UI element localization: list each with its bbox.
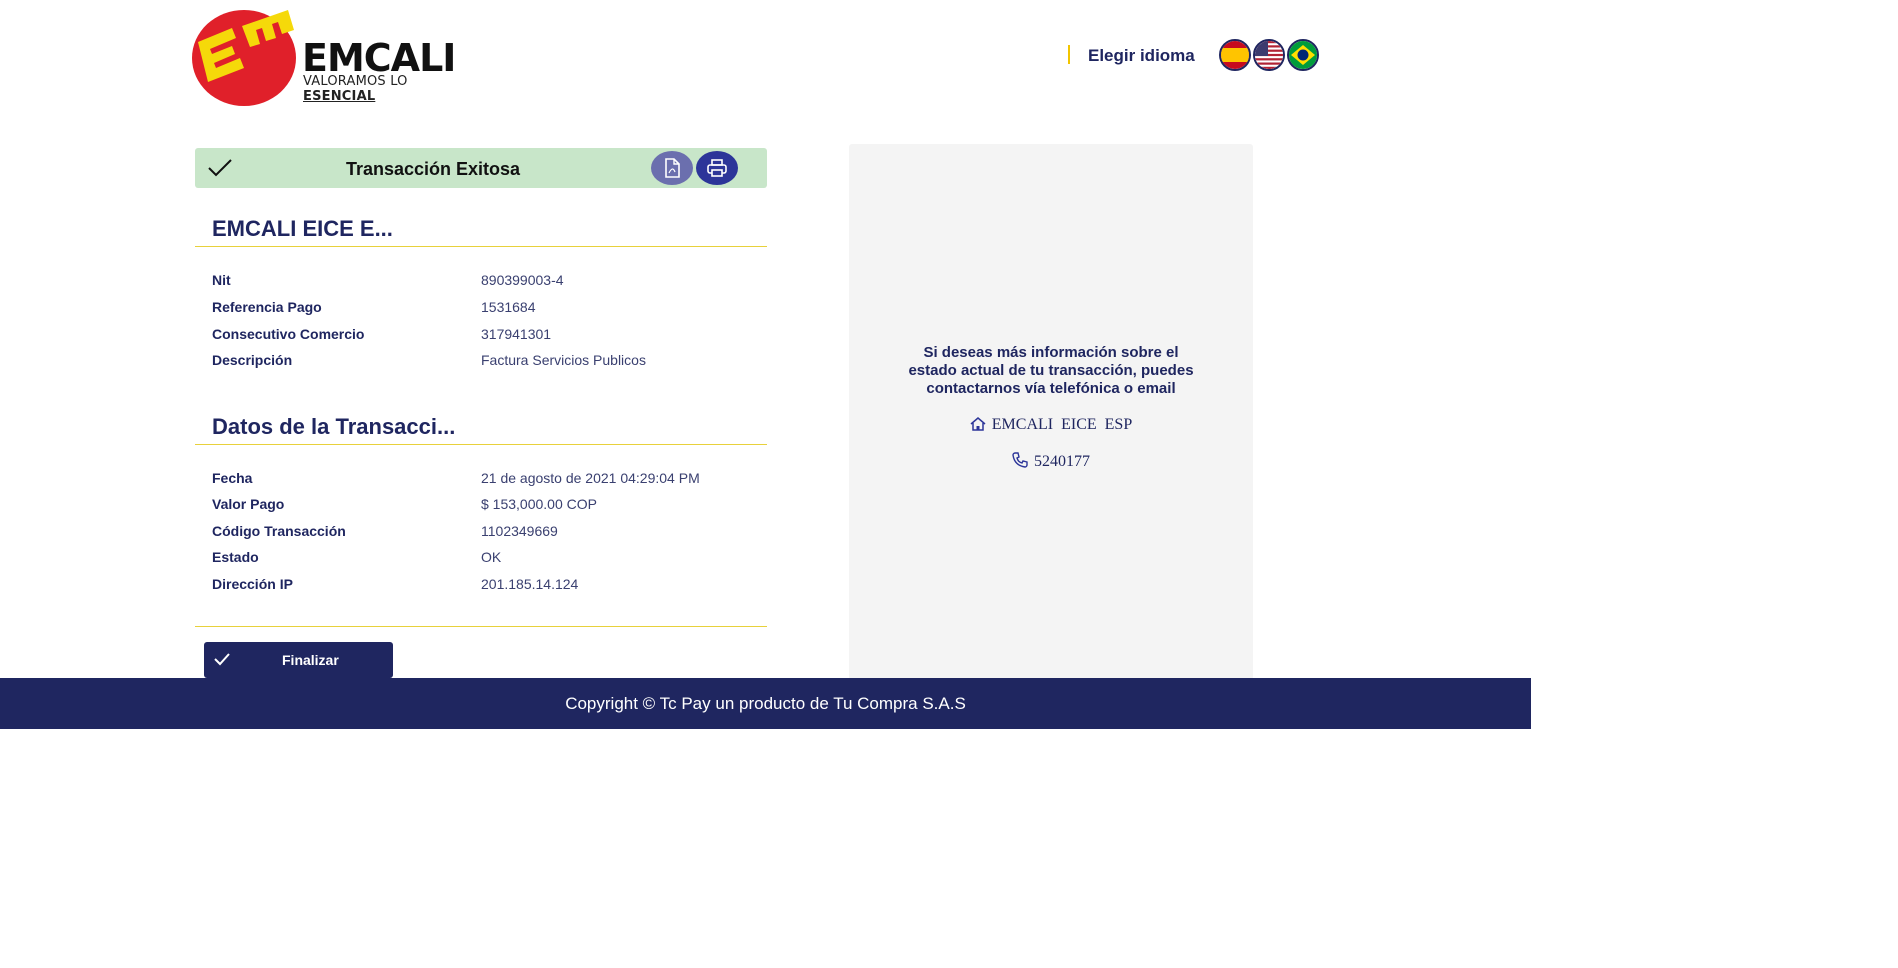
- section-divider: [195, 626, 767, 627]
- detail-value: Factura Servicios Publicos: [481, 352, 646, 368]
- logo-tagline: VALORAMOS LO ESENCIAL: [303, 74, 484, 104]
- detail-label: Estado: [212, 549, 259, 565]
- detail-label: Descripción: [212, 352, 293, 368]
- section-divider: [195, 444, 767, 445]
- print-button[interactable]: [696, 151, 738, 185]
- phone-icon: [1012, 452, 1028, 468]
- detail-label: Referencia Pago: [212, 299, 322, 315]
- emcali-logo-icon: [192, 10, 296, 106]
- success-banner: Transacción Exitosa: [195, 148, 767, 188]
- contact-info-text: Si deseas más información sobre el estad…: [908, 344, 1194, 397]
- print-icon: [707, 159, 727, 177]
- detail-label: Dirección IP: [212, 576, 293, 592]
- logo-tagline-emphasis: ESENCIAL: [303, 89, 376, 104]
- logo-tagline-prefix: VALORAMOS LO: [303, 74, 408, 89]
- detail-value: 1102349669: [481, 523, 558, 539]
- phone-number: 5240177: [1034, 453, 1090, 470]
- emcali-logo: EMCALI VALORAMOS LO ESENCIAL: [192, 6, 484, 106]
- banner-title: Transacción Exitosa: [345, 159, 521, 179]
- contact-info-panel: Si deseas más información sobre el estad…: [849, 144, 1253, 680]
- detail-label: Consecutivo Comercio: [212, 326, 365, 342]
- detail-value: $ 153,000.00 COP: [481, 496, 597, 512]
- footer: Copyright © Tc Pay un producto de Tu Com…: [0, 678, 1531, 729]
- footer-copyright: Copyright © Tc Pay un producto de Tu Com…: [565, 694, 966, 713]
- detail-label: Fecha: [212, 470, 253, 486]
- detail-value: 317941301: [481, 326, 552, 342]
- spain-flag-icon[interactable]: [1219, 39, 1251, 71]
- detail-label: Nit: [212, 272, 231, 288]
- usa-flag-icon[interactable]: [1253, 39, 1285, 71]
- pdf-icon: [665, 158, 680, 178]
- transaction-section-title: Datos de la Transacci...: [212, 414, 456, 439]
- company-name: EMCALI EICE ESP: [991, 416, 1133, 433]
- detail-label: Código Transacción: [212, 523, 346, 539]
- home-icon: [970, 417, 986, 431]
- detail-value: 890399003-4: [481, 272, 564, 288]
- download-pdf-button[interactable]: [651, 151, 693, 185]
- section-divider: [195, 246, 767, 247]
- detail-value: 201.185.14.124: [481, 576, 579, 592]
- brazil-flag-icon[interactable]: [1287, 39, 1319, 71]
- company-contact: EMCALI EICE ESP: [849, 416, 1253, 434]
- language-separator: [1068, 45, 1070, 64]
- detail-value: OK: [481, 549, 502, 565]
- detail-value: 21 de agosto de 2021 04:29:04 PM: [481, 470, 700, 486]
- merchant-section-title: EMCALI EICE E...: [212, 216, 393, 241]
- language-label[interactable]: Elegir idioma: [1088, 46, 1195, 66]
- phone-contact: 5240177: [849, 452, 1253, 471]
- detail-label: Valor Pago: [212, 496, 285, 512]
- detail-value: 1531684: [481, 299, 536, 315]
- finish-button[interactable]: Finalizar: [204, 642, 393, 678]
- finish-button-label: Finalizar: [282, 652, 339, 668]
- check-icon: [214, 653, 230, 666]
